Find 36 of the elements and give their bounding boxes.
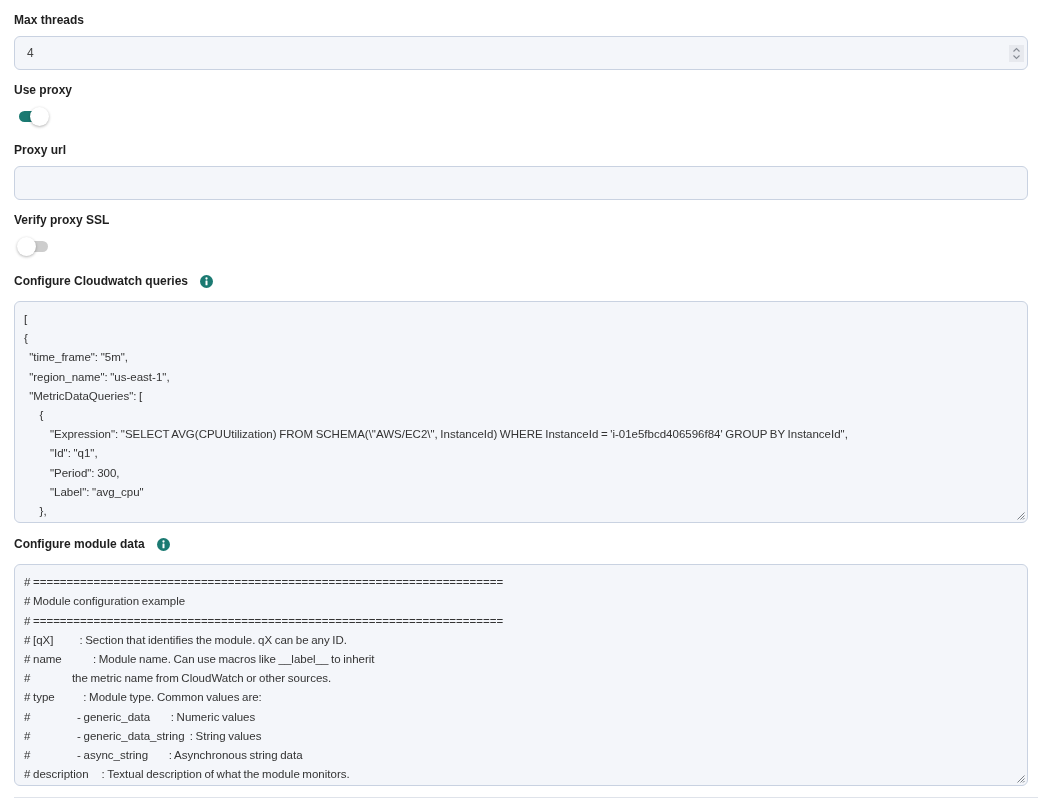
code-line: # - generic_data : Numeric values (24, 709, 257, 725)
stepper-icon[interactable] (1009, 44, 1024, 62)
resize-grip-icon[interactable] (1017, 775, 1025, 784)
field-label: Proxy url (14, 142, 67, 158)
code-line: # - async_string : Asynchronous string data (24, 748, 304, 764)
code-line: # type : Module type. Common values are: (24, 690, 263, 706)
code-line: # [qX] : Section that identifies the module. qX can be any ID. (24, 632, 348, 648)
code-line: "Expression": "SELECT AVG(CPUUtilization) FROM SCHEMA(\"AWS/EC2\", InstanceId) WHERE InstanceId = 'i-01e5fbcd406596f84' GROUP BY InstanceId", (48, 427, 849, 443)
field-label: Max threads (14, 12, 85, 28)
code-line: # - generic_data_string : String values (24, 728, 263, 744)
code-line: # name : Module name. Can use macros like __label__ to inherit (24, 652, 376, 668)
code-line: # description : Textual description of what the module monitors. (24, 767, 351, 783)
info-icon[interactable] (200, 274, 213, 288)
code-line: [ (24, 312, 29, 327)
code-line: "MetricDataQueries": [ (28, 388, 144, 404)
field-label: Configure Cloudwatch queries (14, 273, 188, 289)
code-line: # Module configuration example (24, 594, 187, 610)
resize-grip-icon[interactable] (1017, 512, 1025, 521)
code-line: # ====================================================================== (24, 613, 505, 629)
number-field[interactable]: 4 (14, 36, 1028, 70)
text-field[interactable] (14, 166, 1028, 200)
code-line: { (24, 331, 29, 347)
code-line: "Id": "q1", (48, 446, 99, 462)
code-line: "time_frame": "5m", (28, 350, 129, 366)
info-icon[interactable] (156, 537, 170, 551)
code-line: }, (38, 504, 48, 520)
code-line: # ====================================================================== (24, 575, 505, 591)
code-line: "Period": 300, (48, 465, 121, 481)
code-line: { (38, 408, 45, 423)
field-label: Use proxy (14, 82, 73, 98)
code-line: "Label": "avg_cpu" (48, 484, 145, 500)
code-line: "region_name": "us-east-1", (28, 369, 171, 385)
code-editor[interactable] (14, 564, 1028, 787)
field-label: Configure module data (14, 536, 145, 553)
code-line: # the metric name from CloudWatch or other sources. (24, 671, 333, 687)
field-label: Verify proxy SSL (14, 212, 110, 228)
